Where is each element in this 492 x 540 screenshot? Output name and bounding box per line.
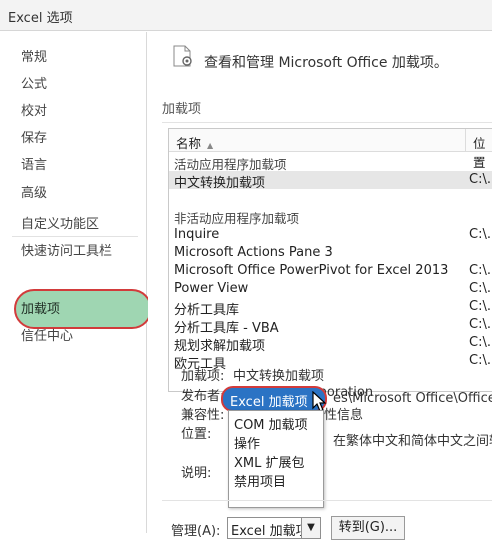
go-button[interactable]: 转到(G)... bbox=[331, 516, 405, 540]
list-header: 名称 ▲ 位置 bbox=[169, 129, 492, 170]
dropdown-option-com[interactable]: COM 加载项 bbox=[234, 414, 308, 433]
addin-label: 加载项: bbox=[181, 369, 225, 384]
sidebar-item-save[interactable]: 保存 bbox=[21, 127, 47, 146]
dropdown-option-actions[interactable]: 操作 bbox=[234, 433, 260, 452]
location-value: es\Microsoft Office\Office15 bbox=[333, 391, 492, 406]
description-value: 在繁体中文和简体中文之间转换 bbox=[333, 434, 492, 449]
addin-gear-icon bbox=[173, 45, 192, 67]
column-divider bbox=[465, 129, 466, 151]
table-row[interactable]: Inquire C:\... bbox=[169, 226, 492, 244]
manage-dropdown-list[interactable]: COM 加载项 操作 XML 扩展包 禁用项目 bbox=[228, 410, 324, 508]
sidebar-item-quick-access[interactable]: 快速访问工具栏 bbox=[21, 240, 112, 259]
sidebar-item-general[interactable]: 常规 bbox=[21, 46, 47, 65]
sidebar-item-formulas[interactable]: 公式 bbox=[21, 73, 47, 92]
table-row[interactable]: 中文转换加载项 C:\... bbox=[169, 171, 492, 191]
column-location-header[interactable]: 位置 bbox=[473, 133, 492, 171]
dropdown-option-xml[interactable]: XML 扩展包 bbox=[234, 452, 305, 471]
page-title: 查看和管理 Microsoft Office 加载项。 bbox=[204, 55, 448, 71]
manage-divider bbox=[162, 500, 492, 501]
publisher-label: 发布者: bbox=[181, 389, 225, 404]
title-bar: Excel 选项 bbox=[0, 0, 492, 31]
addin-value: 中文转换加载项 bbox=[233, 369, 325, 384]
table-row[interactable]: Microsoft Office PowerPivot for Excel 20… bbox=[169, 262, 492, 280]
manage-label: 管理(A): bbox=[171, 524, 221, 539]
addins-pane: 查看和管理 Microsoft Office 加载项。 加载项 名称 ▲ 位置 … bbox=[148, 32, 492, 540]
table-row[interactable]: 规划求解加载项 C:\... bbox=[169, 334, 492, 354]
sidebar-item-customize-ribbon[interactable]: 自定义功能区 bbox=[21, 213, 99, 232]
table-row[interactable]: Microsoft Actions Pane 3 bbox=[169, 244, 492, 262]
compat-label: 兼容性: bbox=[181, 408, 225, 423]
window-title: Excel 选项 bbox=[8, 11, 73, 26]
sidebar-divider bbox=[12, 236, 138, 237]
group-label: 加载项 bbox=[162, 102, 202, 117]
location-label: 位置: bbox=[181, 427, 212, 442]
options-sidebar: 常规 公式 校对 保存 语言 高级 自定义功能区 快速访问工具栏 加载项 信任中… bbox=[8, 32, 152, 533]
sidebar-item-trust-center[interactable]: 信任中心 bbox=[21, 325, 73, 344]
table-row[interactable]: 分析工具库 - VBA C:\... bbox=[169, 316, 492, 336]
dropdown-option-disabled[interactable]: 禁用项目 bbox=[234, 471, 286, 490]
manage-select[interactable]: Excel 加载项 ▼ bbox=[227, 517, 321, 539]
section-inactive: 非活动应用程序加载项 bbox=[174, 211, 300, 226]
sidebar-item-language[interactable]: 语言 bbox=[21, 154, 47, 173]
sidebar-item-advanced[interactable]: 高级 bbox=[21, 182, 47, 201]
sidebar-item-proofing[interactable]: 校对 bbox=[21, 100, 47, 119]
table-row[interactable]: 分析工具库 C:\... bbox=[169, 298, 492, 318]
sidebar-item-addins[interactable]: 加载项 bbox=[21, 298, 60, 317]
sort-up-icon: ▲ bbox=[207, 141, 214, 150]
column-name-header[interactable]: 名称 ▲ bbox=[176, 133, 213, 152]
description-label: 说明: bbox=[181, 466, 212, 481]
group-divider bbox=[162, 122, 492, 123]
chevron-down-icon[interactable]: ▼ bbox=[301, 518, 320, 538]
addins-list[interactable]: 名称 ▲ 位置 活动应用程序加载项 中文转换加载项 C:\... 非活动应用程序… bbox=[168, 128, 492, 392]
table-row[interactable]: Power View C:\... bbox=[169, 280, 492, 298]
